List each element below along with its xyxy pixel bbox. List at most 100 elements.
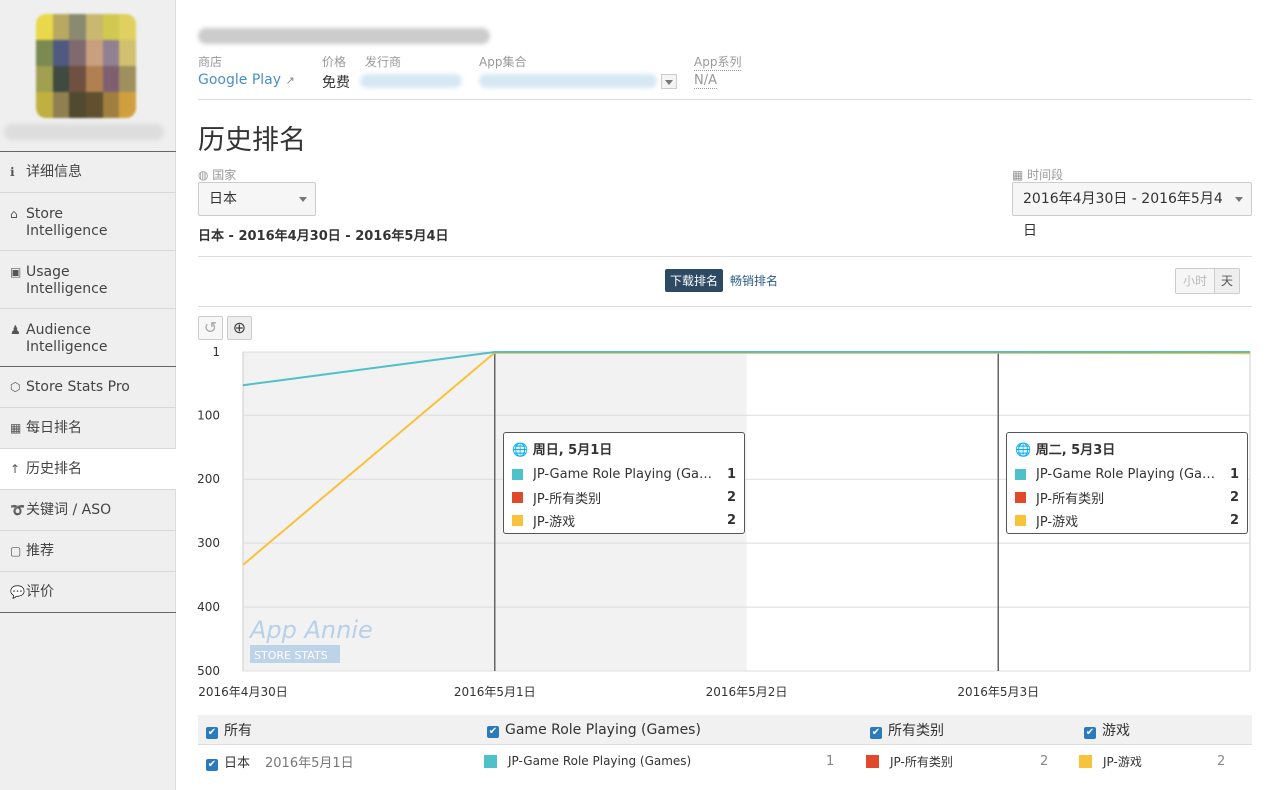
legend-toggle-games[interactable]: ✔ 游戏 (1084, 720, 1130, 740)
period-select[interactable]: 2016年4月30日 - 2016年5月4日 (1012, 182, 1252, 239)
sidebar-nav: ℹ 详细信息 ⌂ Store Intelligence ▣ Usage Intellige… (0, 151, 176, 613)
tooltip-value: 2 (1229, 513, 1239, 528)
y-tick-label: 400 (197, 600, 220, 614)
tooltip-series-name: JP-所有类别 (533, 492, 602, 507)
tooltip-value: 1 (726, 467, 736, 482)
sidebar-item-label: 详细信息 (26, 164, 82, 180)
chart-tooltip: 🌐 周日, 5月1日 JP-Game Role Playing (Games...… (503, 432, 745, 534)
sidebar-item[interactable]: ⬡ Store Stats Pro (0, 367, 176, 408)
external-link-icon: ↗ (285, 74, 295, 87)
reset-zoom-button[interactable]: ↺ (198, 316, 223, 340)
legend-item-name: JP-Game Role Playing (Games) (508, 754, 692, 768)
legend-row-toggle[interactable]: ✔ 日本 (206, 752, 250, 771)
tooltip-title: 周二, 5月3日 (1035, 443, 1116, 458)
color-swatch (866, 754, 879, 768)
tooltip-value: 1 (1229, 467, 1239, 482)
sidebar-item[interactable]: ℹ 详细信息 (0, 152, 176, 193)
sidebar-item-label: 历史排名 (26, 461, 82, 477)
arrow-up-icon: ↑ (10, 462, 21, 476)
watermark-logo: App Annie (248, 616, 373, 644)
info-icon: ℹ (10, 165, 15, 179)
publisher-label: 发行商 (365, 55, 402, 69)
color-swatch (512, 492, 523, 503)
tooltip-row: JP-游戏 2 (512, 509, 736, 532)
sidebar-item-label: Usage Intelligence (26, 264, 108, 297)
sidebar-item[interactable]: ▢ 推荐 (0, 531, 176, 572)
day-toggle[interactable]: 天 (1214, 269, 1240, 293)
person-icon: ♟ (10, 323, 21, 337)
sidebar-item[interactable]: ▣ Usage Intelligence (0, 251, 176, 309)
tooltip-series-name: JP-游戏 (533, 515, 576, 530)
tooltip-value: 2 (726, 490, 736, 505)
sidebar-item[interactable]: ▦ 每日排名 (0, 408, 176, 449)
zoom-button[interactable]: ⊕ (227, 316, 252, 340)
keyword-icon: ➰ (10, 503, 25, 517)
collection-dropdown[interactable] (661, 74, 677, 89)
tooltip-row: JP-所有类别 2 (1015, 486, 1239, 509)
tooltip-series-name: JP-Game Role Playing (Games... (533, 467, 722, 482)
tab-grossing[interactable]: 畅销排名 (730, 272, 778, 289)
chart-tooltip: 🌐 周二, 5月3日 JP-Game Role Playing (Games...… (1006, 432, 1248, 534)
y-tick-label: 200 (197, 472, 220, 486)
publisher-blurred[interactable] (360, 74, 462, 88)
sidebar-item-label: 每日排名 (26, 420, 82, 436)
color-swatch (512, 515, 523, 526)
series-value[interactable]: N/A (694, 73, 717, 89)
sidebar-item[interactable]: 💬 评价 (0, 572, 176, 613)
tooltip-row: JP-Game Role Playing (Games... 1 (512, 463, 736, 486)
y-tick-label: 300 (197, 536, 220, 550)
watermark-sub: STORE STATS (254, 649, 328, 662)
tooltip-row: JP-Game Role Playing (Games... 1 (1015, 463, 1239, 486)
color-swatch (1079, 754, 1092, 768)
sidebar-item[interactable]: ⌂ Store Intelligence (0, 193, 176, 251)
sidebar-item-label: 评价 (26, 584, 54, 600)
app-name-blurred (4, 124, 164, 140)
sidebar: ℹ 详细信息 ⌂ Store Intelligence ▣ Usage Intellige… (0, 0, 176, 790)
legend-item-value: 1 (826, 753, 835, 769)
calendar-icon: ▦ (10, 421, 22, 435)
legend-item-value: 2 (1217, 753, 1226, 769)
tab-downloads[interactable]: 下载排名 (665, 269, 724, 292)
sidebar-item-label: 关键词 / ASO (26, 502, 112, 518)
color-swatch (484, 754, 497, 768)
tooltip-row: JP-游戏 2 (1015, 509, 1239, 532)
feature-icon: ▢ (10, 544, 22, 558)
tooltip-row: JP-所有类别 2 (512, 486, 736, 509)
store-icon: ⌂ (10, 207, 18, 221)
store-link[interactable]: Google Play ↗ (198, 72, 295, 88)
globe-icon: 🌐 (512, 443, 529, 458)
legend-toggle-all[interactable]: ✔ 所有 (206, 720, 252, 740)
tooltip-value: 2 (726, 513, 736, 528)
price-value: 免费 (322, 75, 350, 91)
legend-item-name: JP-游戏 (1103, 754, 1142, 769)
legend-header: ✔ 所有 ✔ Game Role Playing (Games) ✔ 所有类别 ✔ 游戏 (198, 715, 1252, 745)
sidebar-item[interactable]: ↑ 历史排名 (0, 449, 176, 490)
legend-toggle-category[interactable]: ✔ Game Role Playing (Games) (487, 722, 701, 738)
price-label: 价格 (322, 55, 347, 69)
sidebar-item-label: Store Intelligence (26, 206, 108, 239)
store-label: 商店 (198, 55, 223, 69)
sidebar-item-label: 推荐 (26, 543, 54, 559)
x-tick-label: 2016年4月30日 (198, 685, 287, 699)
period-label: ▦ 时间段 (1012, 168, 1064, 182)
y-tick-label: 1 (212, 345, 220, 359)
collection-label: App集合 (479, 55, 527, 69)
x-tick-label: 2016年5月3日 (957, 685, 1039, 699)
hexagon-icon: ⬡ (10, 380, 21, 394)
country-select[interactable]: 日本 (198, 182, 316, 216)
color-swatch (1015, 515, 1026, 526)
sidebar-item-label: Audience Intelligence (26, 322, 108, 355)
hour-toggle[interactable]: 小时 (1176, 269, 1215, 293)
legend-item-value: 2 (1040, 753, 1049, 769)
filter-summary: 日本 - 2016年4月30日 - 2016年5月4日 (198, 229, 449, 244)
tooltip-series-name: JP-游戏 (1036, 515, 1079, 530)
tooltip-title: 周日, 5月1日 (532, 443, 613, 458)
series-label: App系列 (694, 55, 742, 71)
sidebar-item[interactable]: ➰ 关键词 / ASO (0, 490, 176, 531)
app-title-blurred (198, 28, 490, 44)
legend-item-name: JP-所有类别 (890, 754, 953, 769)
legend-toggle-overall[interactable]: ✔ 所有类别 (870, 720, 944, 740)
sidebar-item[interactable]: ♟ Audience Intelligence (0, 309, 176, 367)
tooltip-series-name: JP-所有类别 (1036, 492, 1105, 507)
globe-icon: 🌐 (1015, 443, 1032, 458)
